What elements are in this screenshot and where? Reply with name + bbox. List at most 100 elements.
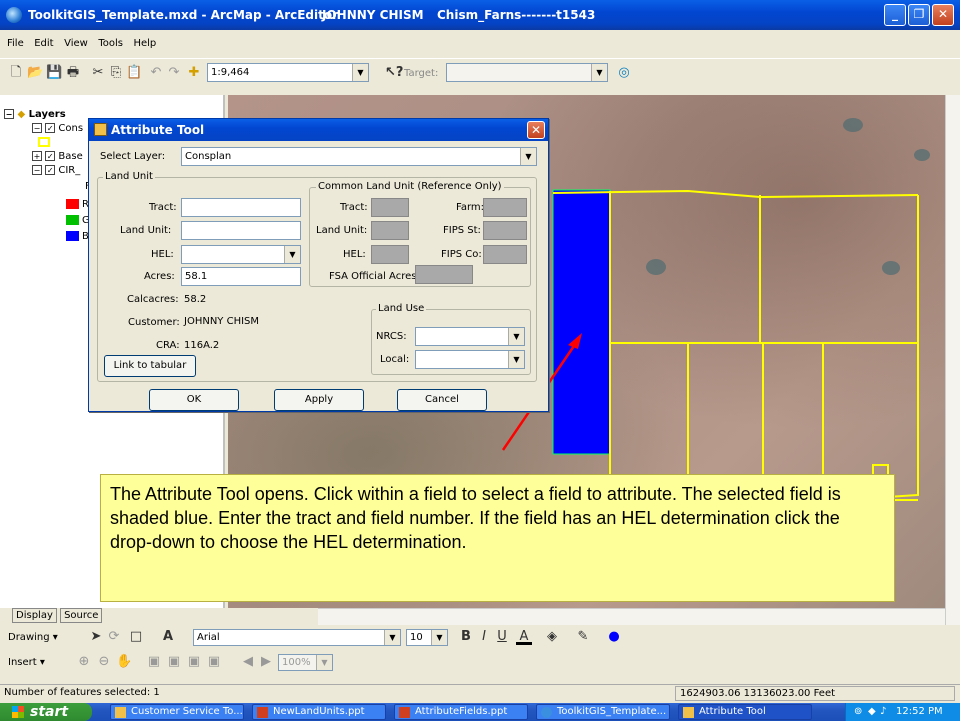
page-forward-icon[interactable]: ▶ [258,654,274,670]
chevron-down-icon[interactable]: ▼ [431,630,447,645]
task-newlandunits[interactable]: NewLandUnits.ppt [252,704,386,720]
task-attributefields[interactable]: AttributeFields.ppt [394,704,528,720]
chevron-down-icon[interactable]: ▼ [316,655,332,670]
menu-help[interactable]: Help [133,38,156,49]
zoom-out-page-icon[interactable]: ⊖ [96,654,112,670]
toc-root[interactable]: − ◆ Layers [4,109,66,120]
task-label: ToolkitGIS_Template... [557,706,667,717]
menu-edit[interactable]: Edit [34,38,53,49]
clock: 12:52 PM [896,706,943,717]
menu-file[interactable]: File [7,38,24,49]
ok-button[interactable]: OK [149,389,239,411]
redo-icon[interactable]: ↷ [166,65,182,81]
chevron-down-icon[interactable]: ▼ [284,246,300,263]
selected-field [552,189,611,455]
font-combo[interactable]: Arial ▼ [193,629,401,646]
visibility-checkbox[interactable]: ✓ [45,151,56,161]
select-elements-icon[interactable]: ➤ [88,629,104,645]
close-icon[interactable]: ✕ [527,121,545,139]
cancel-button[interactable]: Cancel [397,389,487,411]
collapse-icon[interactable]: − [32,165,42,175]
toc-layer-base[interactable]: + ✓ Base [32,151,83,162]
chevron-down-icon[interactable]: ▼ [508,351,524,368]
undo-icon[interactable]: ↶ [148,65,164,81]
collapse-icon[interactable]: − [32,123,42,133]
menu-view[interactable]: View [64,38,88,49]
new-document-icon[interactable]: 🗋 [8,65,24,81]
select-layer-dropdown[interactable]: Consplan ▼ [181,147,537,166]
save-icon[interactable]: 💾 [46,65,62,81]
tab-display[interactable]: Display [12,608,57,623]
page-icon[interactable]: ▣ [186,654,202,670]
bold-icon[interactable]: B [458,629,474,645]
editor-toolbar-icon[interactable]: ◎ [616,65,632,81]
drawing-menu[interactable]: Drawing ▾ [8,632,58,643]
menu-tools[interactable]: Tools [98,38,123,49]
tray-shield-icon[interactable]: ◆ [868,703,876,721]
start-button[interactable]: start [0,703,92,721]
zoom-whole-page-icon[interactable]: ⊕ [76,654,92,670]
task-customer-service[interactable]: Customer Service To... [110,704,244,720]
italic-icon[interactable]: I [476,629,492,645]
expand-icon[interactable]: + [32,151,42,161]
visibility-checkbox[interactable]: ✓ [45,165,56,175]
apply-button[interactable]: Apply [274,389,364,411]
close-button[interactable]: ✕ [932,4,954,26]
marker-color-icon[interactable]: ● [606,629,622,645]
add-data-icon[interactable]: ✚ [186,65,202,81]
whats-this-help-icon[interactable]: ↖? [385,65,403,81]
restore-button[interactable]: ❐ [908,4,930,26]
page-icon[interactable]: ▣ [146,654,162,670]
rotate-icon[interactable]: ⟳ [106,629,122,645]
insert-menu[interactable]: Insert ▾ [8,657,45,668]
font-color-icon[interactable]: A [516,629,532,645]
underline-icon[interactable]: U [494,629,510,645]
page-back-icon[interactable]: ◀ [240,654,256,670]
local-dropdown[interactable]: ▼ [415,350,525,369]
nrcs-dropdown[interactable]: ▼ [415,327,525,346]
tab-source[interactable]: Source [60,608,103,623]
line-color-icon[interactable]: ✎ [575,629,591,645]
task-label: Customer Service To... [131,706,243,717]
task-attribute-tool[interactable]: Attribute Tool [678,704,812,720]
minimize-button[interactable]: _ [884,4,906,26]
zoom-combo[interactable]: 100% ▼ [278,654,333,671]
vertical-scrollbar[interactable] [945,95,960,625]
drawing-toolbar: Drawing ▾ ➤ ⟳ □ A Arial ▼ 10 ▼ B I U A ◈… [0,627,960,649]
horizontal-scrollbar[interactable] [318,608,945,625]
task-toolkitgis[interactable]: ToolkitGIS_Template... [536,704,670,720]
hel-dropdown[interactable]: ▼ [181,245,301,264]
tray-network-icon[interactable]: ⊚ [854,703,862,721]
new-text-icon[interactable]: A [160,629,176,645]
tract-label: Tract: [149,202,177,213]
tray-volume-icon[interactable]: ♪ [880,703,886,721]
visibility-checkbox[interactable]: ✓ [45,123,56,133]
start-label: start [30,704,69,720]
cut-icon[interactable]: ✂ [90,65,106,81]
land-unit-input[interactable] [181,221,301,240]
rectangle-icon[interactable]: □ [128,629,144,645]
chevron-down-icon[interactable]: ▼ [591,64,607,81]
page-icon[interactable]: ▣ [206,654,222,670]
open-folder-icon[interactable]: 📂 [27,65,43,81]
chevron-down-icon[interactable]: ▼ [520,148,536,165]
chevron-down-icon[interactable]: ▼ [384,630,400,645]
acres-input[interactable]: 58.1 [181,267,301,286]
page-icon[interactable]: ▣ [166,654,182,670]
pan-page-icon[interactable]: ✋ [116,654,132,670]
copy-icon[interactable]: ⎘ [108,65,124,81]
paste-icon[interactable]: 📋 [126,65,142,81]
chevron-down-icon[interactable]: ▼ [508,328,524,345]
link-to-tabular-button[interactable]: Link to tabular [104,355,196,377]
toc-layer-cons[interactable]: − ✓ Cons [32,123,83,134]
collapse-icon[interactable]: − [4,109,14,119]
print-icon[interactable]: 🖶 [65,65,81,81]
chevron-down-icon[interactable]: ▼ [352,64,368,81]
map-scale-combo[interactable]: 1:9,464 ▼ [207,63,369,82]
font-size-combo[interactable]: 10 ▼ [406,629,448,646]
nrcs-label: NRCS: [376,331,407,342]
fill-color-icon[interactable]: ◈ [544,629,560,645]
target-combo[interactable]: ▼ [446,63,608,82]
toc-layer-cir[interactable]: − ✓ CIR_ [32,165,80,176]
tract-input[interactable] [181,198,301,217]
